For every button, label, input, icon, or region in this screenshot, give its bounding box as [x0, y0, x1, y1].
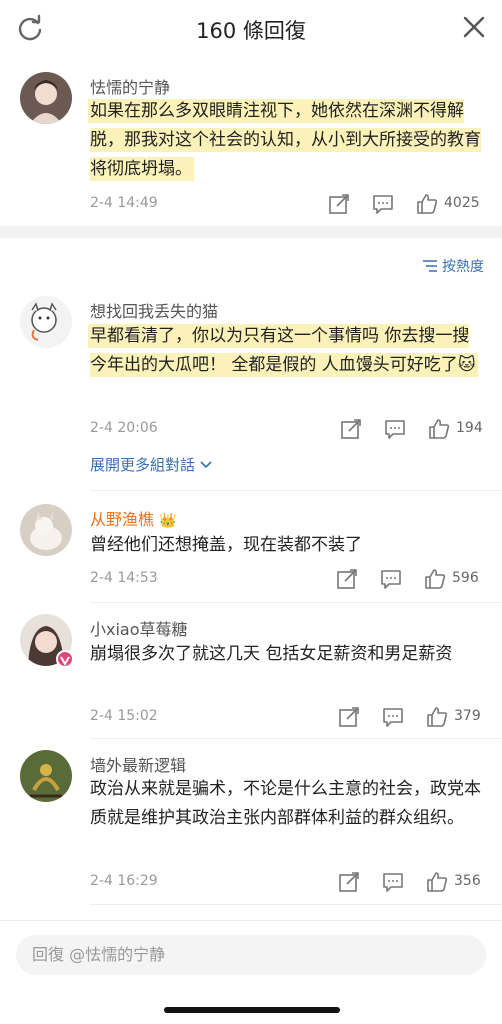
close-icon[interactable]: [462, 15, 486, 39]
divider: [90, 602, 502, 603]
like-icon[interactable]: [416, 193, 438, 215]
like-count: 356: [454, 873, 481, 889]
share-icon[interactable]: [340, 418, 362, 440]
like-icon[interactable]: [424, 568, 446, 590]
expand-label: 展開更多組對話: [90, 456, 196, 474]
username[interactable]: 墙外最新逻辑: [90, 752, 186, 776]
like-icon[interactable]: [426, 706, 448, 728]
avatar[interactable]: [20, 72, 72, 124]
like-count: 194: [456, 420, 483, 436]
like-count: 596: [452, 570, 479, 586]
username[interactable]: 从野渔樵 👑: [90, 506, 177, 530]
comment-meta: 2-4 14:49 4025: [90, 193, 486, 215]
divider: [90, 738, 502, 739]
comment-meta: 2-4 16:29 356: [90, 871, 486, 893]
like-count: 379: [454, 708, 481, 724]
comment-time: 2-4 15:02: [90, 708, 158, 724]
comment-text-content: 早都看清了，你以为只有这一个事情吗 你去搜一搜今年出的大瓜吧！ 全都是假的 人血…: [90, 326, 470, 375]
comment-text: 曾经他们还想掩盖，现在装都不装了: [90, 535, 362, 555]
share-icon[interactable]: [328, 193, 350, 215]
username[interactable]: 怯懦的宁静: [90, 74, 170, 98]
like-count: 4025: [444, 195, 480, 211]
sort-label: 按熱度: [442, 259, 484, 275]
sort-button[interactable]: 按熱度: [422, 256, 484, 276]
cat-emoji: 🐱: [457, 355, 476, 375]
comment-icon[interactable]: [382, 706, 404, 728]
avatar[interactable]: [20, 504, 72, 556]
vip-badge-icon: [56, 650, 74, 668]
comment-meta: 2-4 14:53 596: [90, 568, 486, 590]
comment-text: 政治从来就是骗术，不论是什么主意的社会，政党本质就是维护其政治主张内部群体利益的…: [90, 779, 481, 828]
home-indicator: [164, 1007, 340, 1013]
top-bar: 160 條回復: [0, 0, 502, 58]
comment-icon[interactable]: [372, 193, 394, 215]
share-icon[interactable]: [336, 568, 358, 590]
expand-conversation-link[interactable]: 展開更多組對話: [90, 454, 213, 475]
username[interactable]: 小xiao草莓糖: [90, 616, 188, 640]
like-icon[interactable]: [426, 871, 448, 893]
like-icon[interactable]: [428, 418, 450, 440]
comment-time: 2-4 16:29: [90, 873, 158, 889]
page-title: 160 條回復: [196, 19, 306, 43]
chevron-down-icon: [200, 460, 212, 468]
username-text: 从野渔樵: [90, 510, 155, 529]
comment-meta: 2-4 20:06 194: [90, 418, 486, 440]
comment-text: 早都看清了，你以为只有这一个事情吗 你去搜一搜今年出的大瓜吧！ 全都是假的 人血…: [90, 322, 486, 380]
username[interactable]: 想找回我丢失的猫: [90, 298, 218, 322]
crown-badge-icon: 👑: [159, 513, 177, 529]
section-divider: [0, 226, 502, 238]
comment-time: 2-4 20:06: [90, 420, 158, 436]
comment-text: 崩塌很多次了就这几天 包括女足薪资和男足薪资: [90, 644, 453, 664]
divider: [90, 904, 502, 905]
comment-icon[interactable]: [380, 568, 402, 590]
sort-icon: [423, 260, 437, 272]
avatar[interactable]: [20, 296, 72, 348]
avatar[interactable]: [20, 750, 72, 802]
comment-text: 如果在那么多双眼睛注视下，她依然在深渊不得解脱，那我对这个社会的认知，从小到大所…: [90, 97, 486, 184]
divider: [90, 490, 502, 491]
comment-time: 2-4 14:49: [90, 195, 158, 211]
reply-input[interactable]: 回復 @怯懦的宁静: [16, 935, 486, 975]
comment-icon[interactable]: [384, 418, 406, 440]
comment-icon[interactable]: [382, 871, 404, 893]
share-icon[interactable]: [338, 706, 360, 728]
comment-text-content: 如果在那么多双眼睛注视下，她依然在深渊不得解脱，那我对这个社会的认知，从小到大所…: [90, 101, 481, 179]
comment-meta: 2-4 15:02 379: [90, 706, 486, 728]
share-icon[interactable]: [338, 871, 360, 893]
comment-time: 2-4 14:53: [90, 570, 158, 586]
